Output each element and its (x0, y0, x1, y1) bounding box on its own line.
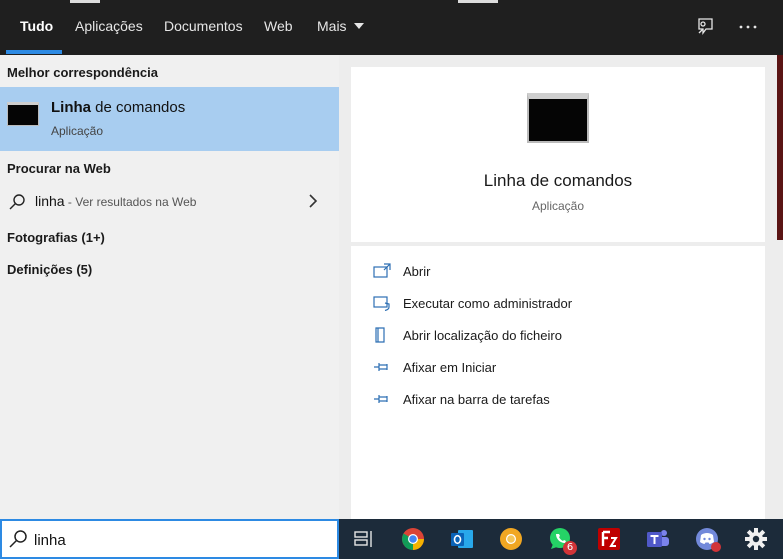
results-pane: Melhor correspondência Linha de comandos… (0, 55, 339, 519)
app-actions-list: Abrir Executar como administrador Abrir … (351, 246, 765, 519)
search-icon (9, 530, 27, 548)
app-type: Aplicação (531, 199, 585, 213)
active-tab-indicator (6, 50, 62, 54)
discord-button[interactable] (694, 526, 721, 552)
pin-icon (374, 363, 388, 371)
chevron-right-icon[interactable] (306, 193, 320, 209)
settings-category[interactable]: Definições (5) (7, 262, 92, 277)
outlook-icon[interactable] (449, 526, 475, 552)
action-pin-to-start[interactable]: Afixar em Iniciar (351, 356, 765, 380)
caret-down-icon (353, 23, 364, 29)
command-prompt-large-icon (527, 93, 589, 143)
details-pane: Linha de comandos Aplicação Abrir Execut… (339, 55, 783, 519)
task-view-icon[interactable] (351, 526, 377, 552)
window-edge-strip (70, 0, 100, 3)
taskbar: 6 (339, 519, 783, 559)
tab-all[interactable]: Tudo (20, 18, 53, 38)
action-pin-to-taskbar[interactable]: Afixar na barra de tarefas (351, 388, 765, 412)
teams-icon[interactable] (645, 526, 671, 552)
action-open[interactable]: Abrir (351, 260, 765, 284)
search-icon (9, 194, 25, 210)
more-options-icon[interactable] (737, 16, 759, 38)
tab-apps[interactable]: Aplicações (75, 18, 143, 38)
window-edge (777, 55, 783, 240)
best-match-heading: Melhor correspondência (7, 65, 158, 80)
notification-badge: 6 (563, 541, 577, 555)
search-box[interactable] (0, 519, 339, 559)
web-search-heading: Procurar na Web (7, 161, 111, 176)
open-icon (373, 263, 391, 278)
best-match-subtitle: Aplicação (51, 124, 104, 138)
window-edge-strip (458, 0, 498, 3)
feedback-icon[interactable] (694, 16, 716, 38)
tab-documents[interactable]: Documentos (164, 18, 243, 38)
tab-web[interactable]: Web (264, 18, 293, 38)
settings-gear-icon[interactable] (743, 526, 769, 552)
pin-icon (374, 395, 388, 403)
tab-more[interactable]: Mais (317, 18, 364, 38)
status-dot (711, 542, 721, 552)
chrome-icon[interactable] (400, 526, 426, 552)
file-location-icon (375, 327, 385, 343)
web-search-result[interactable]: linha - Ver resultados na Web (0, 189, 339, 215)
web-search-query: linha - Ver resultados na Web (35, 193, 197, 209)
photos-category[interactable]: Fotografias (1+) (7, 230, 105, 245)
shield-icon (373, 296, 390, 311)
tab-more-label: Mais (317, 18, 347, 34)
action-open-file-location[interactable]: Abrir localização do ficheiro (351, 324, 765, 348)
whatsapp-button[interactable]: 6 (547, 526, 577, 555)
best-match-result[interactable]: Linha de comandos Aplicação (0, 87, 339, 151)
best-match-title: Linha de comandos (51, 99, 186, 116)
app-title: Linha de comandos (483, 171, 633, 190)
search-filter-bar: Tudo Aplicações Documentos Web Mais (0, 0, 783, 55)
app-preview-card: Linha de comandos Aplicação (351, 67, 765, 242)
filezilla-icon[interactable] (596, 526, 622, 552)
search-input[interactable] (34, 529, 324, 551)
action-run-as-admin[interactable]: Executar como administrador (351, 292, 765, 316)
command-prompt-icon (7, 102, 39, 126)
chrome-canary-icon[interactable] (498, 526, 524, 552)
